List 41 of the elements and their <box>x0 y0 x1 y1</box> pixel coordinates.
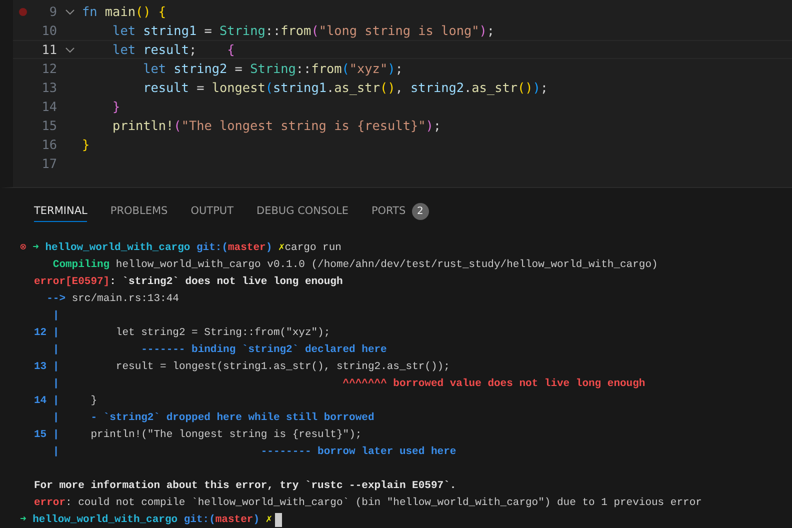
line-number: 15 <box>40 118 57 133</box>
terminal-line: 13 | result = longest(string1.as_str(), string2.as_str()); <box>34 360 450 372</box>
line-number: 9 <box>48 4 57 19</box>
code-line: } <box>112 99 120 114</box>
terminal-line: For more information about this error, try `rustc --explain E0597`. <box>34 480 456 492</box>
panel-tab[interactable]: DEBUG CONSOLE <box>256 200 348 222</box>
panel-tab[interactable]: PROBLEMS <box>110 200 168 222</box>
line-number: 10 <box>40 23 57 38</box>
terminal-line: 12 | let string2 = String::from("xyz"); <box>34 326 330 338</box>
code-line: let result; { <box>112 42 235 57</box>
line-number: 12 <box>40 61 57 76</box>
code-line: } <box>82 137 90 152</box>
terminal-line: --> src/main.rs:13:44 <box>46 292 179 304</box>
terminal-line: | -------- borrow later used here <box>52 446 456 458</box>
line-number: 13 <box>40 80 57 95</box>
panel-tab[interactable]: PORTS <box>371 200 406 222</box>
line-number: 11 <box>40 42 57 57</box>
code-line: println!("The longest string is {result}"); <box>112 118 442 133</box>
terminal-line: Compiling hellow_world_with_cargo v0.1.0 (/home/ahn/dev/test/rust_study/hellow_world_with_cargo) <box>52 258 658 270</box>
line-number: 16 <box>40 137 57 152</box>
terminal-line: | - `string2` dropped here while still borrowed <box>52 412 374 424</box>
terminal-line: | ------- binding `string2` declared here <box>52 344 387 356</box>
code-line: let string2 = String::from("xyz"); <box>142 61 403 76</box>
panel-tab[interactable]: TERMINAL <box>34 200 88 222</box>
count-badge: 2 <box>412 202 429 220</box>
terminal-line: | ^^^^^^^ borrowed value does not live long enough <box>52 378 646 390</box>
terminal-line: error[E0597]: `string2` does not live long enough <box>34 276 343 288</box>
code-line: let string1 = String::from("long string is long"); <box>112 23 495 38</box>
panel-tab[interactable]: OUTPUT <box>190 200 234 222</box>
terminal-line: | <box>52 310 60 322</box>
code-line: fn main() { <box>82 4 166 19</box>
line-number: 17 <box>40 156 57 171</box>
chevron-down-icon[interactable] <box>64 46 74 52</box>
line-number: 14 <box>40 99 57 114</box>
terminal-line: 14 | } <box>34 394 98 406</box>
shell-prompt: ➜ hellow_world_with_cargo git:(master) ✗ <box>20 513 272 526</box>
code-line: result = longest(string1.as_str(), string2.as_str()); <box>142 80 548 95</box>
terminal-line: error: could not compile `hellow_world_with_cargo` (bin "hellow_world_with_cargo") due to 1 previous error <box>34 496 702 508</box>
chevron-down-icon[interactable] <box>64 8 74 14</box>
terminal-line: 15 | println!("The longest string is {result}"); <box>34 428 362 440</box>
shell-prompt: ⊗ ➜ hellow_world_with_cargo git:(master) ✗cargo run <box>20 241 342 254</box>
